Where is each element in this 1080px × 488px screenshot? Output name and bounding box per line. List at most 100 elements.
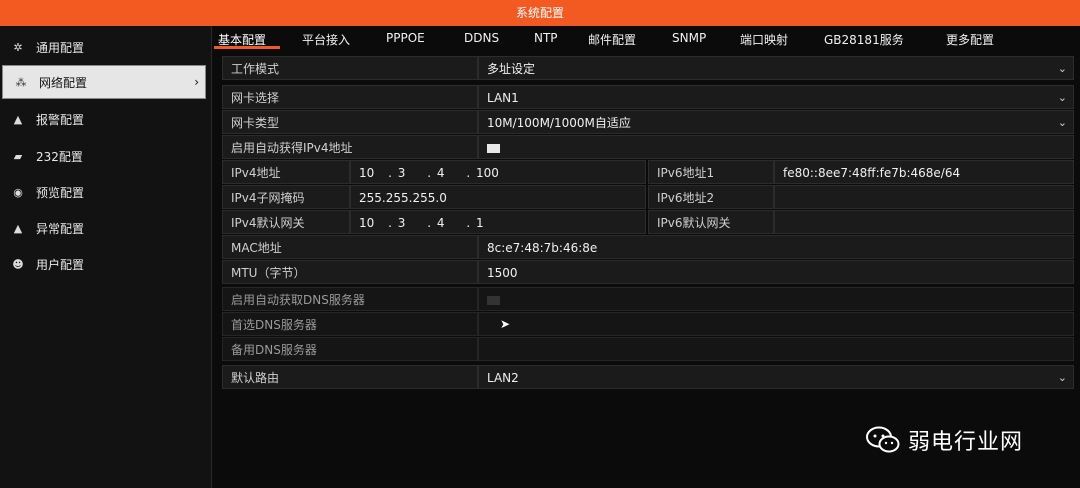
users-icon: ☻ — [12, 257, 24, 271]
field-label: IPv6默认网关 — [648, 210, 774, 234]
field-label: IPv6地址1 — [648, 160, 774, 184]
dhcp-ipv4-checkbox[interactable] — [487, 144, 500, 153]
sidebar-item-label: 异常配置 — [36, 221, 85, 236]
nic-select-row: 网卡选择 LAN1 ⌄ — [222, 85, 1074, 109]
chevron-down-icon: ⌄ — [1057, 91, 1067, 104]
ipv4-address-input[interactable]: 10 . 3 . 4 . 100 — [350, 160, 646, 184]
field-label: 默认路由 — [222, 365, 478, 389]
work-mode-row: 工作模式 多址设定 ⌄ — [222, 56, 1074, 80]
field-label: 首选DNS服务器 — [222, 312, 478, 336]
sidebar-item-label: 用户配置 — [36, 257, 85, 272]
watermark-text: 弱电行业网 — [908, 430, 1024, 455]
work-mode-select[interactable]: 多址设定 ⌄ — [478, 56, 1074, 80]
active-tab-indicator — [214, 46, 280, 49]
ipv6-address2-input[interactable] — [774, 185, 1074, 209]
mtu-input[interactable]: 1500 — [478, 260, 1074, 284]
tab-platform[interactable]: 平台接入 — [302, 31, 350, 48]
alternate-dns-row: 备用DNS服务器 — [222, 337, 1074, 361]
sidebar-item-user[interactable]: ☻ 用户配置 — [0, 247, 212, 281]
field-label: 备用DNS服务器 — [222, 337, 478, 361]
ipv6-address1-input[interactable]: fe80::8ee7:48ff:fe7b:468e/64 — [774, 160, 1074, 184]
sidebar: ✲ 通用配置 ⁂ 网络配置 › ▲ 报警配置 ▰ 232配置 ◉ 预览配置 ▲ … — [0, 26, 212, 488]
ip-octet: 4 — [436, 216, 445, 230]
field-label: 启用自动获取DNS服务器 — [222, 287, 478, 311]
tab-more[interactable]: 更多配置 — [946, 31, 994, 48]
tab-snmp[interactable]: SNMP — [672, 31, 706, 45]
sidebar-item-label: 通用配置 — [36, 40, 85, 55]
field-label: IPv4地址 — [222, 160, 350, 184]
ip-octet: 1 — [476, 216, 484, 230]
ipv4-address-row: IPv4地址 10 . 3 . 4 . 100 IPv6地址1 fe80::8e… — [222, 160, 1074, 184]
nic-type-select[interactable]: 10M/100M/1000M自适应 ⌄ — [478, 110, 1074, 134]
default-route-select[interactable]: LAN2 ⌄ — [478, 365, 1074, 389]
mtu-row: MTU（字节） 1500 — [222, 260, 1074, 284]
ip-octet: 255 — [412, 191, 436, 205]
tab-gb28181[interactable]: GB28181服务 — [824, 31, 904, 48]
ip-octet: 3 — [397, 216, 406, 230]
select-value: LAN2 — [487, 371, 519, 385]
chevron-down-icon: ⌄ — [1057, 62, 1067, 75]
ipv4-gateway-row: IPv4默认网关 10 . 3 . 4 . 1 IPv6默认网关 — [222, 210, 1074, 234]
tab-email[interactable]: 邮件配置 — [588, 31, 636, 48]
ipv4-gateway-input[interactable]: 10 . 3 . 4 . 1 — [350, 210, 646, 234]
ip-octet: 255 — [385, 191, 409, 205]
tab-ddns[interactable]: DDNS — [464, 31, 499, 45]
dhcp-dns-row: 启用自动获取DNS服务器 — [222, 287, 1074, 311]
tab-bar: 基本配置 平台接入 PPPOE DDNS NTP 邮件配置 SNMP 端口映射 … — [214, 28, 1080, 50]
ipv4-mask-input[interactable]: 255.255.255.0 — [350, 185, 646, 209]
field-label: 工作模式 — [222, 56, 478, 80]
network-icon: ⁂ — [15, 75, 27, 89]
mouse-pointer-icon: ➤ — [500, 317, 511, 331]
field-label: IPv4默认网关 — [222, 210, 350, 234]
sidebar-item-label: 网络配置 — [39, 75, 88, 90]
sidebar-item-alarm[interactable]: ▲ 报警配置 — [0, 102, 212, 136]
preferred-dns-input[interactable] — [478, 312, 1074, 336]
chevron-down-icon: ⌄ — [1057, 116, 1067, 129]
ipv4-mask-row: IPv4子网掩码 255.255.255.0 IPv6地址2 — [222, 185, 1074, 209]
eye-icon: ◉ — [13, 185, 23, 199]
alarm-icon: ▲ — [13, 112, 23, 126]
field-label: IPv4子网掩码 — [222, 185, 350, 209]
warning-icon: ▲ — [13, 221, 23, 235]
dhcp-ipv4-row: 启用自动获得IPv4地址 — [222, 135, 1074, 159]
serial-port-icon: ▰ — [13, 149, 23, 163]
dhcp-dns-cell — [478, 287, 1074, 311]
sidebar-item-232[interactable]: ▰ 232配置 — [0, 139, 212, 173]
gear-icon: ✲ — [13, 40, 23, 54]
tab-port-mapping[interactable]: 端口映射 — [740, 31, 788, 48]
ip-octet: 4 — [436, 166, 445, 180]
dhcp-dns-checkbox[interactable] — [487, 296, 500, 305]
ip-octet: 10 — [359, 216, 375, 230]
ip-octet: 0 — [439, 191, 447, 205]
tab-pppoe[interactable]: PPPOE — [386, 31, 425, 45]
chevron-down-icon: ⌄ — [1057, 371, 1067, 384]
ipv6-gateway-input[interactable] — [774, 210, 1074, 234]
sidebar-item-general[interactable]: ✲ 通用配置 — [0, 30, 212, 64]
select-value: 10M/100M/1000M自适应 — [487, 116, 631, 130]
sidebar-item-network[interactable]: ⁂ 网络配置 › — [2, 65, 206, 99]
tab-ntp[interactable]: NTP — [534, 31, 558, 45]
sidebar-item-label: 预览配置 — [36, 185, 85, 200]
chevron-right-icon: › — [194, 75, 199, 89]
watermark: 弱电行业网 — [866, 424, 1023, 456]
sidebar-item-exception[interactable]: ▲ 异常配置 — [0, 211, 212, 245]
field-label: MTU（字节） — [222, 260, 478, 284]
field-label: 网卡类型 — [222, 110, 478, 134]
sidebar-item-label: 报警配置 — [36, 112, 85, 127]
sidebar-item-label: 232配置 — [36, 149, 83, 164]
alternate-dns-input[interactable] — [478, 337, 1074, 361]
ip-octet: 10 — [359, 166, 375, 180]
ip-octet: 255 — [359, 191, 382, 205]
field-label: MAC地址 — [222, 235, 478, 259]
select-value: LAN1 — [487, 91, 519, 105]
ip-octet: 3 — [397, 166, 406, 180]
sidebar-item-preview[interactable]: ◉ 预览配置 — [0, 175, 212, 209]
dhcp-ipv4-cell — [478, 135, 1074, 159]
mac-address-value: 8c:e7:48:7b:46:8e — [478, 235, 1074, 259]
field-label: IPv6地址2 — [648, 185, 774, 209]
field-label: 网卡选择 — [222, 85, 478, 109]
window-title-bar: 系统配置 — [0, 0, 1080, 26]
nic-select[interactable]: LAN1 ⌄ — [478, 85, 1074, 109]
preferred-dns-row: 首选DNS服务器 — [222, 312, 1074, 336]
select-value: 多址设定 — [487, 62, 536, 76]
